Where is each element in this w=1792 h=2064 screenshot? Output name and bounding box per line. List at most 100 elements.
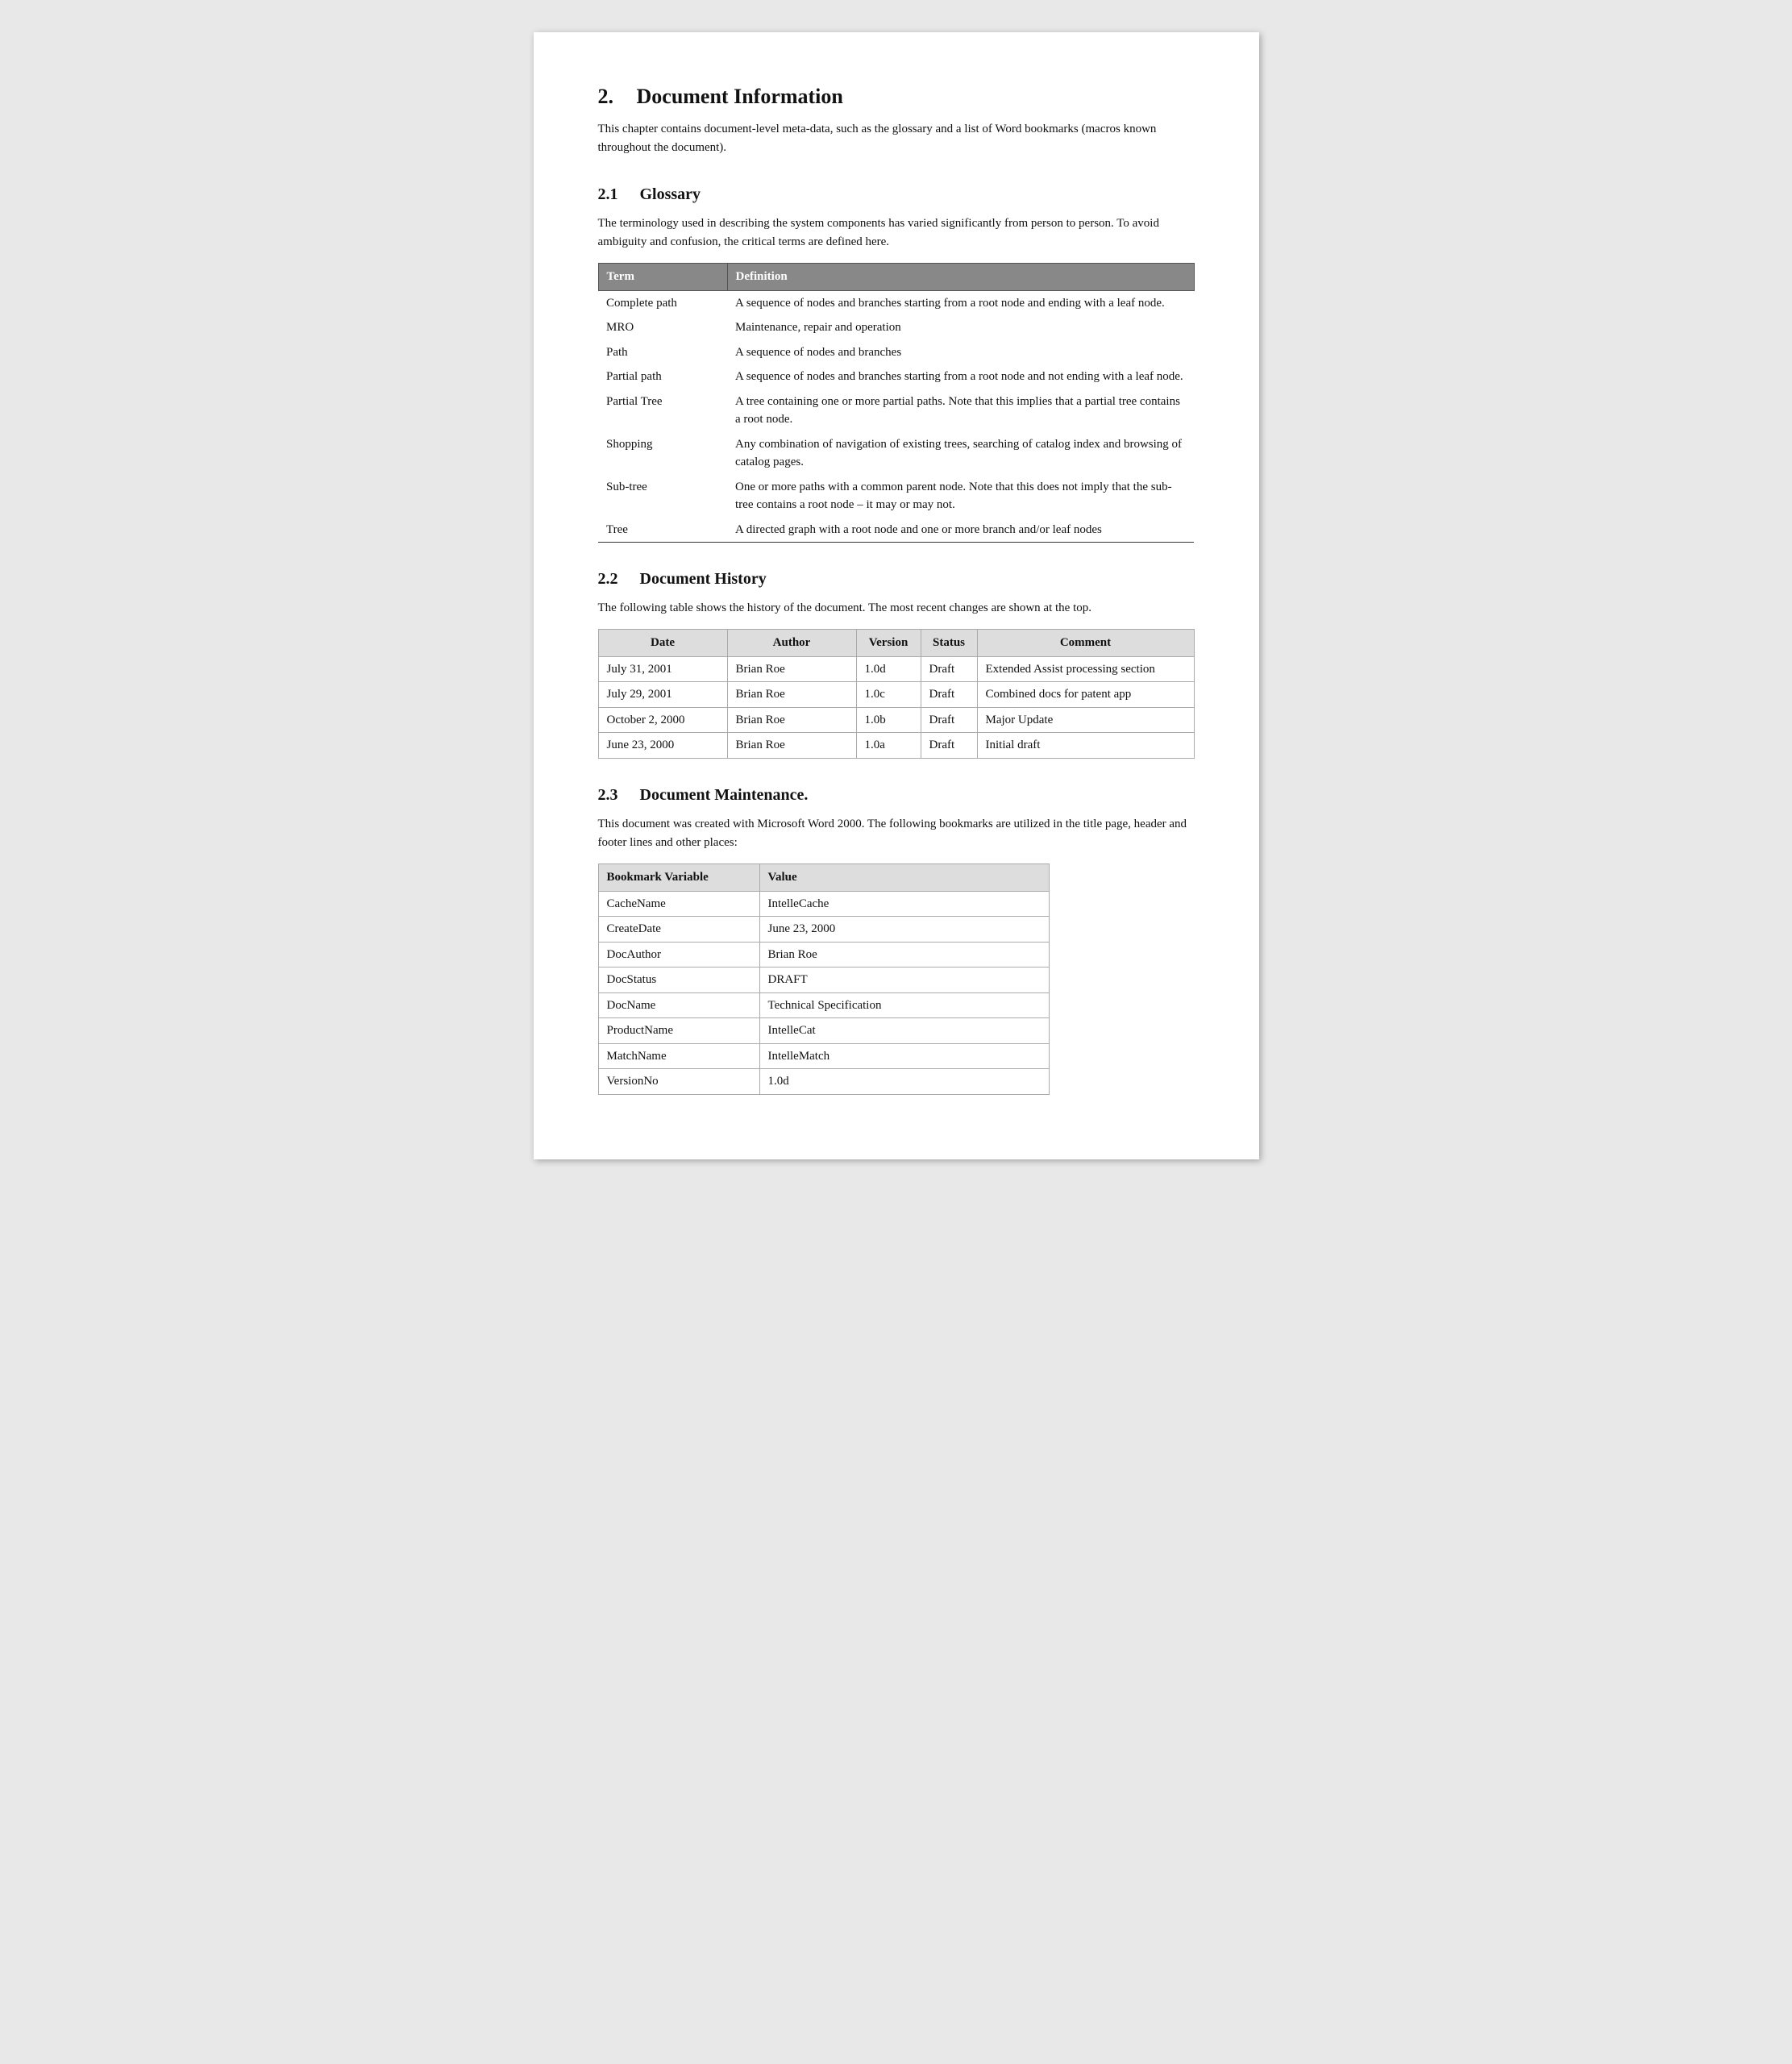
glossary-row: PathA sequence of nodes and branches: [598, 340, 1194, 365]
glossary-term: Partial Tree: [598, 389, 727, 432]
glossary-definition: One or more paths with a common parent n…: [727, 475, 1194, 518]
glossary-term: Sub-tree: [598, 475, 727, 518]
bookmark-value: Technical Specification: [759, 992, 1049, 1018]
glossary-row: Complete pathA sequence of nodes and bra…: [598, 290, 1194, 315]
glossary-term: Complete path: [598, 290, 727, 315]
bookmark-value: DRAFT: [759, 968, 1049, 993]
history-date: July 29, 2001: [598, 682, 727, 708]
history-comment: Initial draft: [977, 733, 1194, 759]
bookmark-variable: DocStatus: [598, 968, 759, 993]
section2-2-title-text: Document History: [640, 570, 767, 588]
glossary-definition: A sequence of nodes and branches startin…: [727, 290, 1194, 315]
history-version: 1.0d: [856, 656, 921, 682]
history-version: 1.0c: [856, 682, 921, 708]
section2-num: 2.: [598, 81, 637, 112]
glossary-definition: Any combination of navigation of existin…: [727, 432, 1194, 475]
history-date: July 31, 2001: [598, 656, 727, 682]
glossary-row: MROMaintenance, repair and operation: [598, 315, 1194, 340]
bookmark-value: 1.0d: [759, 1069, 1049, 1095]
bookmark-value: IntelleMatch: [759, 1043, 1049, 1069]
section2-3-title-text: Document Maintenance.: [640, 786, 809, 804]
bookmark-row: MatchNameIntelleMatch: [598, 1043, 1049, 1069]
section2-3-intro: This document was created with Microsoft…: [598, 815, 1195, 853]
section2-1-title-text: Glossary: [640, 185, 701, 203]
bookmark-variable: DocAuthor: [598, 942, 759, 968]
bookmark-col-value: Value: [759, 864, 1049, 892]
history-col-comment: Comment: [977, 630, 1194, 657]
glossary-definition: A directed graph with a root node and on…: [727, 518, 1194, 543]
bookmark-variable: MatchName: [598, 1043, 759, 1069]
glossary-definition: Maintenance, repair and operation: [727, 315, 1194, 340]
section2-2-num: 2.2: [598, 567, 640, 591]
bookmark-variable: CreateDate: [598, 917, 759, 943]
glossary-row: TreeA directed graph with a root node an…: [598, 518, 1194, 543]
history-comment: Combined docs for patent app: [977, 682, 1194, 708]
history-col-status: Status: [921, 630, 977, 657]
glossary-term: MRO: [598, 315, 727, 340]
bookmark-row: DocAuthorBrian Roe: [598, 942, 1049, 968]
bookmark-value: IntelleCat: [759, 1018, 1049, 1044]
history-row: July 29, 2001Brian Roe1.0cDraftCombined …: [598, 682, 1194, 708]
glossary-term: Shopping: [598, 432, 727, 475]
bookmark-table: Bookmark Variable Value CacheNameIntelle…: [598, 863, 1050, 1095]
section2-1-title: 2.1Glossary: [598, 182, 1195, 206]
glossary-col-definition: Definition: [727, 264, 1194, 291]
history-status: Draft: [921, 656, 977, 682]
section2-1-intro: The terminology used in describing the s…: [598, 214, 1195, 252]
section2-3-num: 2.3: [598, 783, 640, 807]
history-author: Brian Roe: [727, 682, 856, 708]
section2-2-intro: The following table shows the history of…: [598, 599, 1195, 618]
section2-3-title: 2.3Document Maintenance.: [598, 783, 1195, 807]
history-row: October 2, 2000Brian Roe1.0bDraftMajor U…: [598, 707, 1194, 733]
section2-1-num: 2.1: [598, 182, 640, 206]
history-date: October 2, 2000: [598, 707, 727, 733]
history-comment: Extended Assist processing section: [977, 656, 1194, 682]
glossary-col-term: Term: [598, 264, 727, 291]
glossary-term: Partial path: [598, 364, 727, 389]
glossary-row: Partial pathA sequence of nodes and bran…: [598, 364, 1194, 389]
bookmark-row: CacheNameIntelleCache: [598, 891, 1049, 917]
history-row: July 31, 2001Brian Roe1.0dDraftExtended …: [598, 656, 1194, 682]
bookmark-value: June 23, 2000: [759, 917, 1049, 943]
bookmark-row: ProductNameIntelleCat: [598, 1018, 1049, 1044]
bookmark-variable: VersionNo: [598, 1069, 759, 1095]
bookmark-row: DocNameTechnical Specification: [598, 992, 1049, 1018]
glossary-definition: A sequence of nodes and branches: [727, 340, 1194, 365]
glossary-definition: A sequence of nodes and branches startin…: [727, 364, 1194, 389]
section2-intro: This chapter contains document-level met…: [598, 120, 1195, 158]
history-status: Draft: [921, 707, 977, 733]
history-col-date: Date: [598, 630, 727, 657]
glossary-table: Term Definition Complete pathA sequence …: [598, 263, 1195, 543]
bookmark-col-variable: Bookmark Variable: [598, 864, 759, 892]
history-author: Brian Roe: [727, 656, 856, 682]
bookmark-row: DocStatusDRAFT: [598, 968, 1049, 993]
history-status: Draft: [921, 733, 977, 759]
history-version: 1.0a: [856, 733, 921, 759]
history-table: Date Author Version Status Comment July …: [598, 629, 1195, 759]
section2-title: 2.Document Information: [598, 81, 1195, 112]
history-author: Brian Roe: [727, 707, 856, 733]
document-page: 2.Document Information This chapter cont…: [534, 32, 1259, 1159]
section2-title-text: Document Information: [637, 85, 843, 108]
history-status: Draft: [921, 682, 977, 708]
section2-2-title: 2.2Document History: [598, 567, 1195, 591]
glossary-row: Sub-treeOne or more paths with a common …: [598, 475, 1194, 518]
glossary-row: Partial TreeA tree containing one or mor…: [598, 389, 1194, 432]
bookmark-value: IntelleCache: [759, 891, 1049, 917]
bookmark-variable: CacheName: [598, 891, 759, 917]
bookmark-variable: DocName: [598, 992, 759, 1018]
glossary-term: Tree: [598, 518, 727, 543]
history-col-author: Author: [727, 630, 856, 657]
bookmark-value: Brian Roe: [759, 942, 1049, 968]
history-date: June 23, 2000: [598, 733, 727, 759]
history-author: Brian Roe: [727, 733, 856, 759]
history-col-version: Version: [856, 630, 921, 657]
bookmark-row: CreateDateJune 23, 2000: [598, 917, 1049, 943]
glossary-definition: A tree containing one or more partial pa…: [727, 389, 1194, 432]
history-comment: Major Update: [977, 707, 1194, 733]
history-row: June 23, 2000Brian Roe1.0aDraftInitial d…: [598, 733, 1194, 759]
bookmark-row: VersionNo1.0d: [598, 1069, 1049, 1095]
bookmark-variable: ProductName: [598, 1018, 759, 1044]
glossary-row: ShoppingAny combination of navigation of…: [598, 432, 1194, 475]
history-version: 1.0b: [856, 707, 921, 733]
